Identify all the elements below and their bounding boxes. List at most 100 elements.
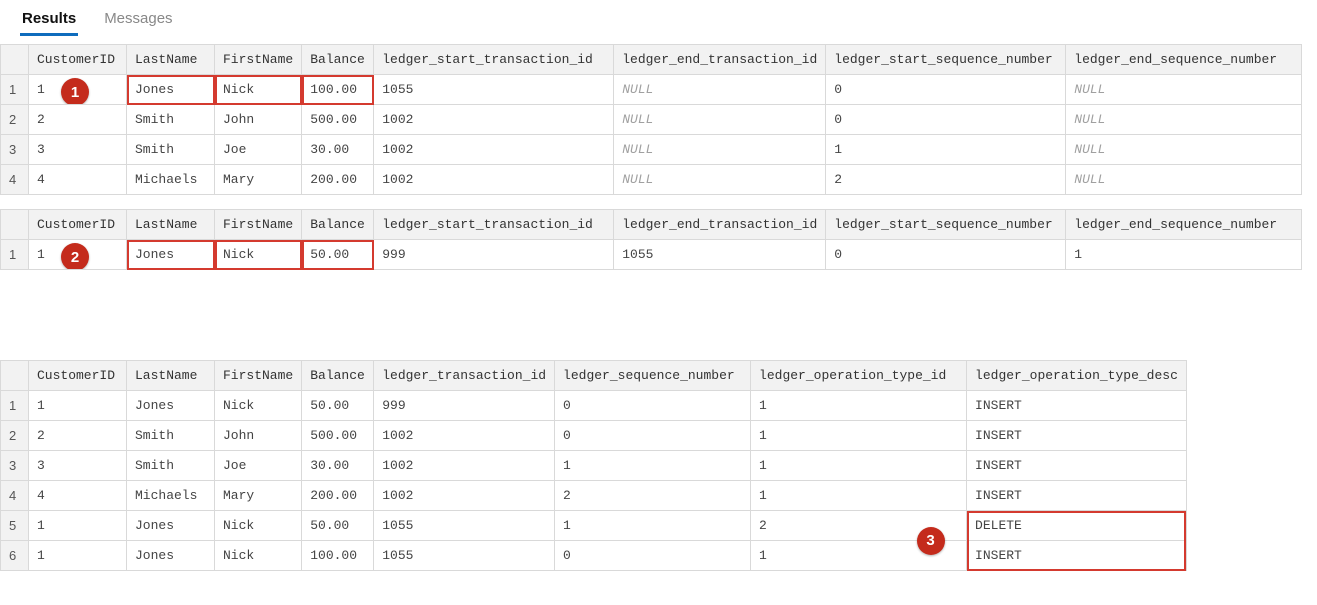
cell[interactable]: 1 xyxy=(1066,240,1302,270)
tab-results[interactable]: Results xyxy=(20,6,78,36)
cell[interactable]: 0 xyxy=(826,240,1066,270)
cell[interactable]: 1 xyxy=(555,511,751,541)
cell[interactable]: INSERT xyxy=(967,451,1187,481)
cell[interactable]: 1002 xyxy=(374,481,555,511)
cell[interactable]: 500.00 xyxy=(302,105,374,135)
cell[interactable]: 999 xyxy=(374,240,614,270)
row-number[interactable]: 4 xyxy=(1,165,29,195)
cell[interactable]: 1002 xyxy=(374,135,614,165)
cell[interactable]: 1 xyxy=(555,451,751,481)
row-number[interactable]: 6 xyxy=(1,541,29,571)
cell[interactable]: Nick xyxy=(215,541,302,571)
column-header[interactable]: CustomerID xyxy=(29,45,127,75)
cell[interactable]: 1002 xyxy=(374,105,614,135)
cell[interactable]: 1 xyxy=(751,481,967,511)
table-row[interactable]: 6 1 Jones Nick 100.00 1055 0 1 INSERT xyxy=(1,541,1187,571)
cell[interactable]: Michaels xyxy=(127,481,215,511)
cell[interactable]: NULL xyxy=(614,165,826,195)
cell[interactable]: 2 xyxy=(29,105,127,135)
cell[interactable]: 999 xyxy=(374,391,555,421)
cell[interactable]: 0 xyxy=(826,75,1066,105)
table-row[interactable]: 3 3 Smith Joe 30.00 1002 NULL 1 NULL xyxy=(1,135,1302,165)
cell[interactable]: 1002 xyxy=(374,165,614,195)
column-header[interactable]: ledger_end_sequence_number xyxy=(1066,210,1302,240)
row-number-header[interactable] xyxy=(1,45,29,75)
cell[interactable]: 1 xyxy=(29,541,127,571)
column-header[interactable]: CustomerID xyxy=(29,361,127,391)
row-number[interactable]: 1 xyxy=(1,240,29,270)
column-header[interactable]: Balance xyxy=(302,361,374,391)
cell[interactable]: 1 1 xyxy=(29,75,127,105)
cell[interactable]: 2 xyxy=(555,481,751,511)
table-row[interactable]: 1 1 1 Jones Nick 100.00 1055 NULL 0 NULL xyxy=(1,75,1302,105)
results-grid-2[interactable]: CustomerID LastName FirstName Balance le… xyxy=(0,209,1302,270)
column-header[interactable]: ledger_start_transaction_id xyxy=(374,45,614,75)
cell[interactable]: 1 2 xyxy=(29,240,127,270)
column-header[interactable]: ledger_end_transaction_id xyxy=(614,210,826,240)
cell[interactable]: 200.00 xyxy=(302,481,374,511)
column-header[interactable]: LastName xyxy=(127,210,215,240)
cell[interactable]: Joe xyxy=(215,451,302,481)
cell[interactable]: Jones xyxy=(127,75,215,105)
row-number[interactable]: 3 xyxy=(1,451,29,481)
cell[interactable]: Nick xyxy=(215,240,302,270)
column-header[interactable]: LastName xyxy=(127,361,215,391)
cell[interactable]: 30.00 xyxy=(302,135,374,165)
row-number[interactable]: 2 xyxy=(1,421,29,451)
row-number[interactable]: 1 xyxy=(1,391,29,421)
row-number-header[interactable] xyxy=(1,210,29,240)
cell[interactable]: INSERT xyxy=(967,481,1187,511)
cell[interactable]: 200.00 xyxy=(302,165,374,195)
cell[interactable]: Nick xyxy=(215,511,302,541)
table-row[interactable]: 4 4 Michaels Mary 200.00 1002 2 1 INSERT xyxy=(1,481,1187,511)
tab-messages[interactable]: Messages xyxy=(102,6,174,36)
cell[interactable]: Mary xyxy=(215,165,302,195)
cell[interactable]: Michaels xyxy=(127,165,215,195)
cell[interactable]: 0 xyxy=(555,391,751,421)
cell[interactable]: 4 xyxy=(29,481,127,511)
cell[interactable]: Jones xyxy=(127,511,215,541)
cell[interactable]: INSERT xyxy=(967,421,1187,451)
cell[interactable]: NULL xyxy=(614,135,826,165)
cell[interactable]: Jones xyxy=(127,240,215,270)
cell[interactable]: 1055 xyxy=(374,511,555,541)
table-row[interactable]: 1 1 2 Jones Nick 50.00 999 1055 0 1 xyxy=(1,240,1302,270)
row-number[interactable]: 1 xyxy=(1,75,29,105)
column-header[interactable]: ledger_transaction_id xyxy=(374,361,555,391)
table-row[interactable]: 4 4 Michaels Mary 200.00 1002 NULL 2 NUL… xyxy=(1,165,1302,195)
column-header[interactable]: Balance xyxy=(302,210,374,240)
cell[interactable]: 1002 xyxy=(374,421,555,451)
results-grid-1[interactable]: CustomerID LastName FirstName Balance le… xyxy=(0,44,1302,195)
row-number[interactable]: 3 xyxy=(1,135,29,165)
cell[interactable]: 1055 xyxy=(374,75,614,105)
cell[interactable]: 1 xyxy=(751,421,967,451)
cell[interactable]: Nick xyxy=(215,75,302,105)
cell[interactable]: 100.00 xyxy=(302,75,374,105)
column-header[interactable]: ledger_start_transaction_id xyxy=(374,210,614,240)
cell[interactable]: 50.00 xyxy=(302,240,374,270)
column-header[interactable]: ledger_operation_type_id xyxy=(751,361,967,391)
row-number-header[interactable] xyxy=(1,361,29,391)
cell[interactable]: 2 xyxy=(826,165,1066,195)
cell[interactable]: 500.00 xyxy=(302,421,374,451)
column-header[interactable]: FirstName xyxy=(215,45,302,75)
row-number[interactable]: 4 xyxy=(1,481,29,511)
cell[interactable]: NULL xyxy=(1066,135,1302,165)
cell[interactable]: 50.00 xyxy=(302,391,374,421)
cell[interactable]: 1055 xyxy=(374,541,555,571)
cell[interactable]: John xyxy=(215,421,302,451)
column-header[interactable]: ledger_operation_type_desc xyxy=(967,361,1187,391)
table-row[interactable]: 3 3 Smith Joe 30.00 1002 1 1 INSERT xyxy=(1,451,1187,481)
cell[interactable]: NULL xyxy=(614,105,826,135)
table-row[interactable]: 1 1 Jones Nick 50.00 999 0 1 INSERT xyxy=(1,391,1187,421)
cell[interactable]: Nick xyxy=(215,391,302,421)
cell[interactable]: NULL xyxy=(614,75,826,105)
cell[interactable]: Jones xyxy=(127,391,215,421)
cell[interactable]: INSERT xyxy=(967,541,1187,571)
cell[interactable]: NULL xyxy=(1066,105,1302,135)
cell[interactable]: Smith xyxy=(127,451,215,481)
cell[interactable]: 4 xyxy=(29,165,127,195)
cell[interactable]: 2 xyxy=(29,421,127,451)
cell[interactable]: 0 xyxy=(555,541,751,571)
cell[interactable]: 0 xyxy=(555,421,751,451)
